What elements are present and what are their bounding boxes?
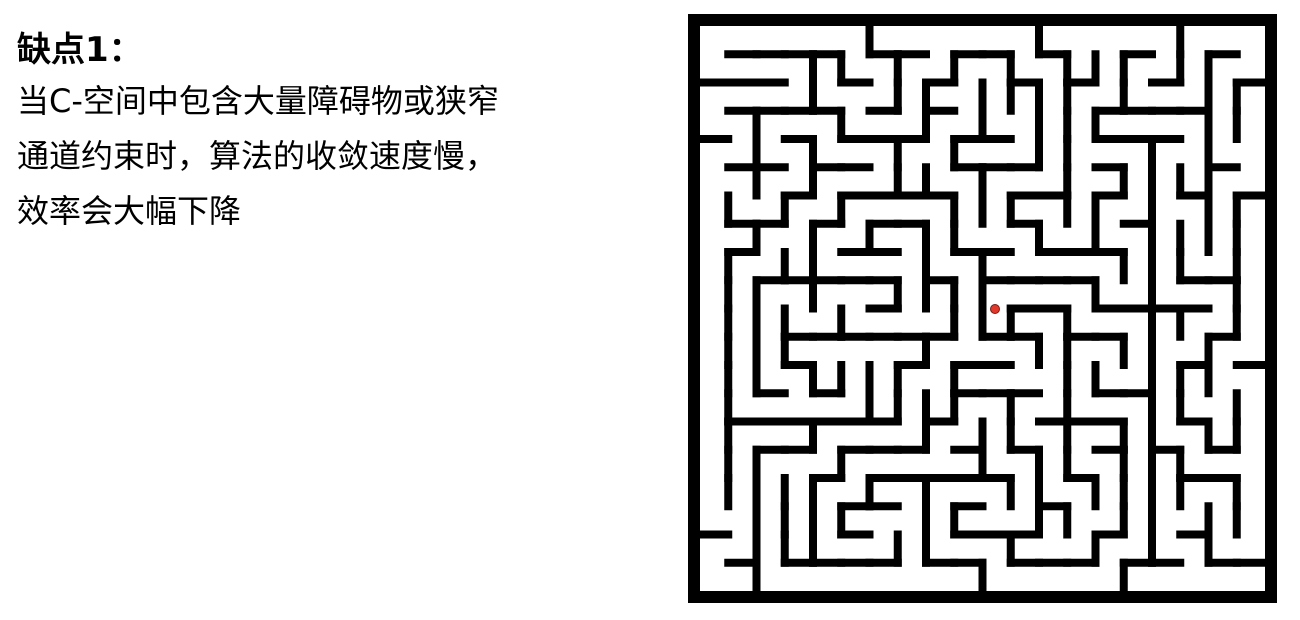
maze-wall-horizontal [865,248,902,256]
robot-position-marker [990,304,1000,314]
maze-wall-horizontal [752,389,789,398]
maze-wall-horizontal [865,106,902,115]
maze-wall-horizontal [752,78,789,87]
maze-wall-vertical [724,474,733,511]
maze-wall-horizontal [837,78,874,87]
maze-wall-vertical [1063,502,1072,539]
maze-svg [688,14,1277,603]
maze-wall-vertical [1119,332,1128,369]
maze-wall-vertical [1091,474,1100,511]
maze-wall-vertical [978,191,987,228]
maze-wall-vertical [1176,474,1185,511]
maze-wall-horizontal [809,389,846,398]
maze-wall-vertical [1204,219,1213,256]
maze-wall-vertical [809,276,817,313]
maze-border-left [688,14,700,603]
maze-wall-vertical [1232,502,1241,539]
maze-wall-horizontal [865,502,902,511]
maze-wall-vertical [1035,332,1043,369]
maze-wall-horizontal [865,558,902,567]
maze-wall-horizontal [865,304,902,313]
maze-wall-horizontal [837,163,874,172]
maze-wall-horizontal [1204,445,1241,454]
maze-wall-vertical [1063,191,1072,228]
maze-wall-horizontal [1063,558,1100,567]
maze-border-top [688,14,1277,26]
drawback-heading: 缺点1： [17,30,143,70]
maze-wall-horizontal [978,361,1015,369]
maze-wall-vertical [1176,304,1185,341]
maze-wall-horizontal [696,530,733,539]
maze-wall-horizontal [1232,361,1269,369]
drawback-line-1: 当C-空间中包含大量障碍物或狭窄 [17,82,499,120]
maze-wall-vertical [1119,248,1128,285]
maze-wall-horizontal [1148,558,1185,567]
maze-wall-horizontal [1006,163,1043,172]
maze-wall-vertical [922,276,930,313]
maze-illustration [688,14,1277,603]
maze-wall-vertical [1006,78,1015,115]
maze-wall-horizontal [865,417,902,426]
maze-wall-vertical [1232,106,1241,143]
maze-wall-vertical [1006,474,1015,511]
maze-wall-horizontal [696,135,733,143]
maze-wall-horizontal [837,530,874,539]
maze-wall-vertical [1204,361,1213,398]
maze-border-right [1265,14,1277,603]
drawback-line-2: 通道约束时，算法的收敛速度慢， [17,137,498,175]
maze-wall-horizontal [780,445,817,454]
maze-wall-vertical [1119,558,1128,595]
maze-wall-horizontal [893,445,930,454]
description-panel: 缺点1： 当C-空间中包含大量障碍物或狭窄 通道约束时，算法的收敛速度慢， 效率… [17,26,617,239]
maze-wall-horizontal [1232,558,1269,567]
maze-wall-horizontal [978,135,1015,143]
maze-wall-vertical [978,558,987,595]
maze-wall-vertical [752,558,761,595]
maze-wall-vertical [752,163,761,200]
drawback-line-3: 效率会大幅下降 [17,192,242,230]
maze-wall-horizontal [1148,78,1185,87]
